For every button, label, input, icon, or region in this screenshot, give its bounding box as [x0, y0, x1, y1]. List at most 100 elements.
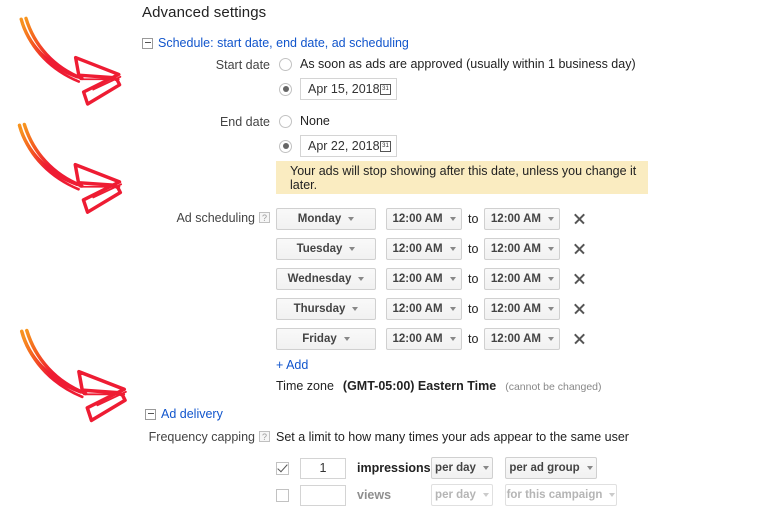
end-time-dropdown[interactable]: 12:00 AM — [484, 298, 561, 320]
chevron-down-icon — [547, 217, 554, 221]
end-date-specific-radio[interactable] — [279, 139, 292, 153]
end-time-value: 12:00 AM — [490, 213, 541, 225]
day-dropdown[interactable]: Tuesday — [276, 238, 376, 260]
advanced-settings-page: Advanced settings Schedule: start date, … — [0, 0, 768, 511]
ad-scheduling-label-text: Ad scheduling — [176, 211, 255, 225]
start-date-input[interactable]: Apr 15, 2018 31 — [300, 78, 397, 100]
end-time-dropdown[interactable]: 12:00 AM — [484, 328, 561, 350]
chevron-down-icon — [449, 307, 456, 311]
time-zone-note: (cannot be changed) — [505, 381, 602, 393]
day-dropdown[interactable]: Thursday — [276, 298, 376, 320]
start-date-asap-radio[interactable] — [279, 57, 292, 71]
close-x-icon[interactable] — [572, 332, 586, 346]
start-time-value: 12:00 AM — [392, 273, 443, 285]
help-icon[interactable]: ? — [259, 431, 270, 442]
collapse-box-icon[interactable] — [145, 408, 156, 420]
to-label: to — [468, 272, 479, 286]
frequency-capping-description: Set a limit to how many times your ads a… — [276, 430, 629, 444]
start-time-dropdown[interactable]: 12:00 AM — [386, 328, 462, 350]
end-date-none-radio[interactable] — [279, 114, 292, 128]
end-date-specific-option[interactable]: Apr 22, 2018 31 — [279, 135, 397, 157]
start-time-dropdown[interactable]: 12:00 AM — [386, 268, 462, 290]
end-date-none-label: None — [300, 114, 330, 128]
close-x-icon[interactable] — [572, 302, 586, 316]
close-x-icon[interactable] — [572, 272, 586, 286]
frequency-cap-checkbox[interactable] — [276, 461, 289, 475]
ad-scheduling-row: Monday 12:00 AM to 12:00 AM — [276, 208, 586, 230]
schedule-section-link[interactable]: Schedule: start date, end date, ad sched… — [158, 36, 409, 50]
start-time-value: 12:00 AM — [392, 243, 443, 255]
scope-value: for this campaign — [506, 489, 603, 501]
chevron-down-icon — [449, 217, 456, 221]
chevron-down-icon — [547, 307, 554, 311]
start-date-value: Apr 15, 2018 — [308, 82, 380, 96]
start-date-asap-option[interactable]: As soon as ads are approved (usually wit… — [279, 57, 636, 71]
day-dropdown[interactable]: Friday — [276, 328, 376, 350]
end-time-dropdown[interactable]: 12:00 AM — [484, 268, 561, 290]
add-schedule-link[interactable]: + Add — [276, 358, 308, 372]
end-date-input[interactable]: Apr 22, 2018 31 — [300, 135, 397, 157]
chevron-down-icon — [609, 493, 616, 497]
end-date-warning-banner: Your ads will stop showing after this da… — [276, 161, 648, 194]
help-icon[interactable]: ? — [259, 212, 270, 223]
chevron-down-icon — [449, 337, 456, 341]
frequency-cap-unit-label: views — [357, 488, 392, 502]
chevron-down-icon — [547, 247, 554, 251]
start-time-value: 12:00 AM — [392, 213, 443, 225]
start-time-dropdown[interactable]: 12:00 AM — [386, 298, 462, 320]
frequency-cap-scope-dropdown[interactable]: per ad group — [505, 457, 597, 479]
chevron-down-icon — [358, 277, 365, 281]
end-date-warning-text: Your ads will stop showing after this da… — [290, 163, 637, 192]
chevron-down-icon — [449, 277, 456, 281]
to-label: to — [468, 212, 479, 226]
end-time-value: 12:00 AM — [490, 333, 541, 345]
chevron-down-icon — [547, 337, 554, 341]
frequency-capping-label-text: Frequency capping — [148, 430, 255, 444]
day-dropdown[interactable]: Monday — [276, 208, 376, 230]
frequency-capping-row: 1 impressions per day per ad group — [276, 457, 597, 479]
frequency-cap-checkbox[interactable] — [276, 488, 289, 502]
end-date-none-option[interactable]: None — [279, 114, 330, 128]
day-value: Wednesday — [287, 273, 352, 285]
ad-delivery-section-link[interactable]: Ad delivery — [161, 407, 223, 421]
chevron-down-icon — [482, 466, 489, 470]
chevron-down-icon — [349, 247, 356, 251]
frequency-cap-period-dropdown[interactable]: per day — [431, 457, 493, 479]
frequency-cap-amount-input[interactable] — [300, 484, 346, 506]
end-date-label: End date — [219, 115, 270, 129]
frequency-capping-row: views per day for this campaign — [276, 484, 617, 506]
start-time-dropdown[interactable]: 12:00 AM — [386, 208, 462, 230]
close-x-icon[interactable] — [572, 242, 586, 256]
ad-delivery-section-header[interactable]: Ad delivery — [145, 407, 223, 421]
end-date-value: Apr 22, 2018 — [308, 139, 380, 153]
chevron-down-icon — [547, 277, 554, 281]
chevron-down-icon — [352, 307, 359, 311]
calendar-icon[interactable]: 31 — [380, 140, 391, 152]
start-date-specific-option[interactable]: Apr 15, 2018 31 — [279, 78, 397, 100]
end-time-dropdown[interactable]: 12:00 AM — [484, 208, 561, 230]
time-zone-row: Time zone (GMT-05:00) Eastern Time (cann… — [276, 379, 602, 393]
close-x-icon[interactable] — [572, 212, 586, 226]
start-time-dropdown[interactable]: 12:00 AM — [386, 238, 462, 260]
end-time-value: 12:00 AM — [490, 303, 541, 315]
frequency-cap-scope-dropdown[interactable]: for this campaign — [505, 484, 617, 506]
start-date-specific-radio[interactable] — [279, 82, 292, 96]
chevron-down-icon — [343, 337, 350, 341]
chevron-down-icon — [449, 247, 456, 251]
frequency-cap-amount-input[interactable]: 1 — [300, 457, 346, 479]
chevron-down-icon — [482, 493, 489, 497]
end-time-value: 12:00 AM — [490, 273, 541, 285]
calendar-icon[interactable]: 31 — [380, 83, 391, 95]
collapse-box-icon[interactable] — [142, 37, 153, 49]
end-time-dropdown[interactable]: 12:00 AM — [484, 238, 561, 260]
scope-value: per ad group — [509, 462, 580, 474]
day-dropdown[interactable]: Wednesday — [276, 268, 376, 290]
page-title: Advanced settings — [142, 4, 267, 21]
ad-scheduling-label: Ad scheduling? — [100, 211, 270, 225]
to-label: to — [468, 332, 479, 346]
chevron-down-icon — [586, 466, 593, 470]
to-label: to — [468, 242, 479, 256]
frequency-cap-period-dropdown[interactable]: per day — [431, 484, 493, 506]
schedule-section-header[interactable]: Schedule: start date, end date, ad sched… — [142, 36, 409, 50]
frequency-capping-label: Frequency capping? — [100, 430, 270, 444]
